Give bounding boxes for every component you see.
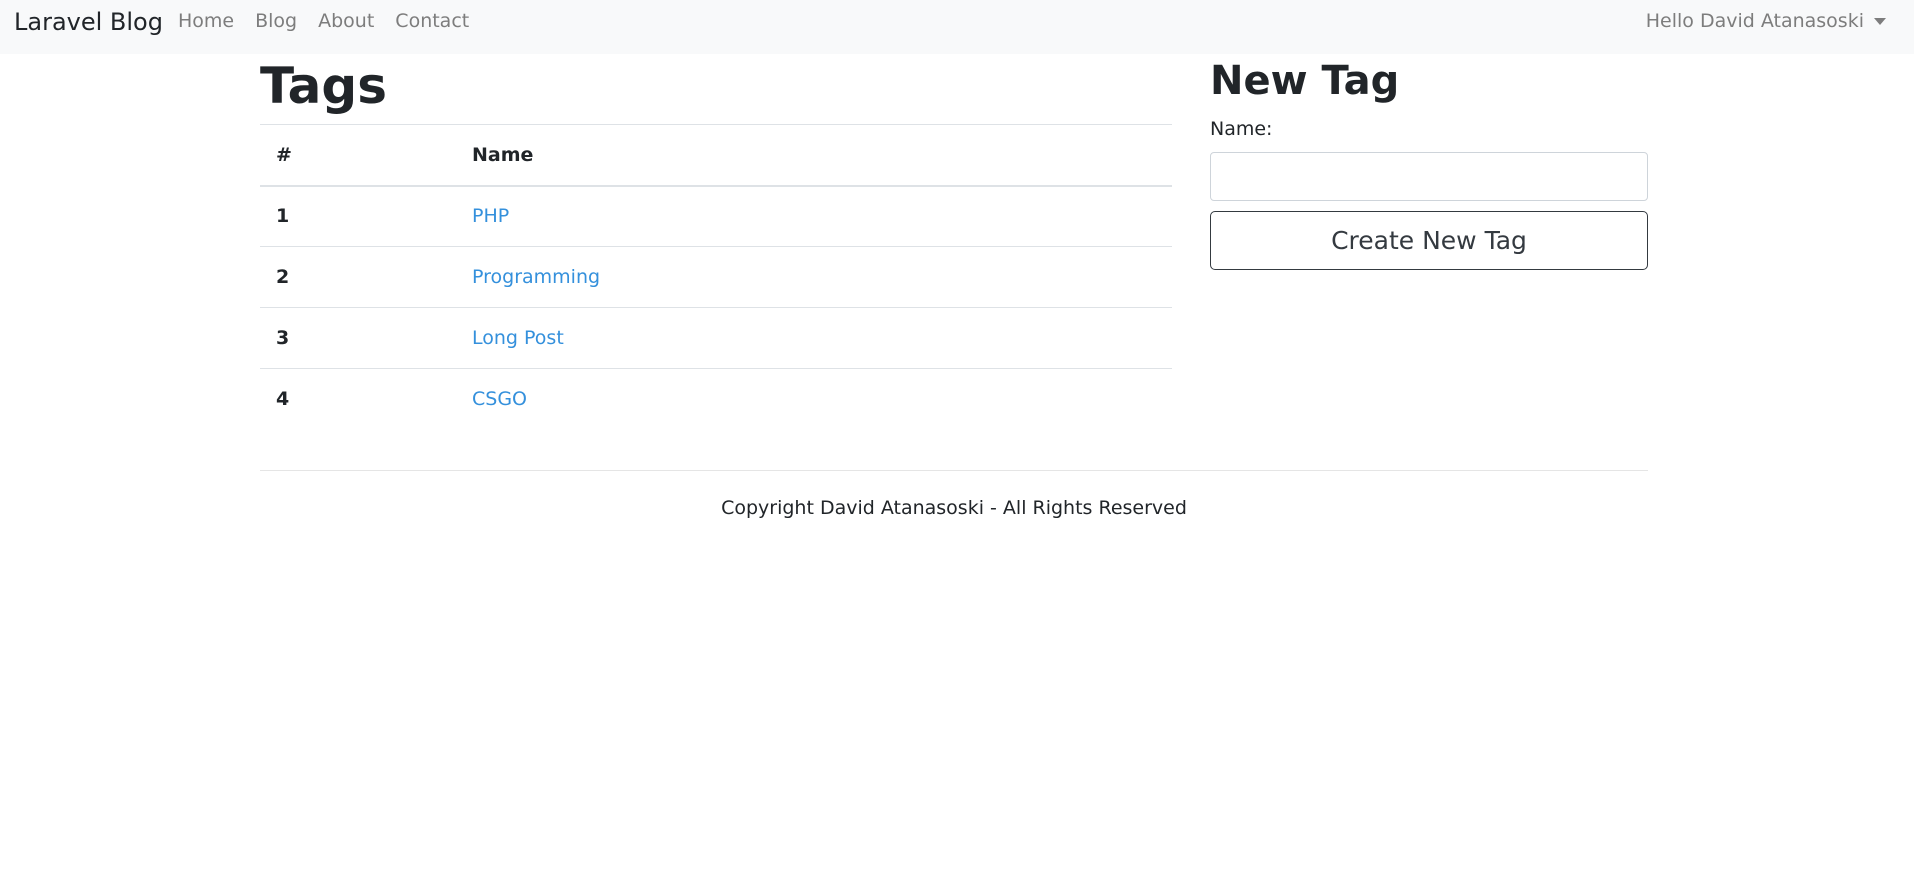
tags-table: # Name 1 PHP 2 Programming 3 Long Post 4…	[260, 124, 1172, 430]
nav-link-blog[interactable]: Blog	[255, 9, 297, 33]
tag-name-cell: PHP	[456, 186, 1172, 247]
caret-down-icon	[1874, 17, 1886, 25]
tag-id: 1	[276, 205, 290, 228]
table-row: 2 Programming	[260, 246, 1172, 308]
table-row: 1 PHP	[260, 186, 1172, 247]
tag-link[interactable]: Programming	[472, 266, 600, 288]
page-title: Tags	[260, 57, 387, 115]
user-dropdown[interactable]: Hello David Atanasoski	[1646, 9, 1886, 33]
column-header-number: #	[260, 124, 456, 187]
create-new-tag-button[interactable]: Create New Tag	[1210, 211, 1648, 270]
tag-name-input[interactable]	[1210, 152, 1648, 201]
name-label: Name:	[1210, 118, 1273, 140]
tag-id: 4	[260, 368, 456, 430]
nav-link-about[interactable]: About	[318, 9, 374, 33]
brand-link[interactable]: Laravel Blog	[14, 6, 163, 38]
nav-link-contact[interactable]: Contact	[395, 9, 469, 33]
table-row: 4 CSGO	[260, 368, 1172, 430]
nav-link-home[interactable]: Home	[178, 9, 234, 33]
nav-links: Home Blog About Contact	[178, 9, 490, 33]
tag-name-cell: Programming	[456, 246, 1172, 308]
top-navbar: Laravel Blog Home Blog About Contact Hel…	[0, 0, 1914, 54]
new-tag-title: New Tag	[1210, 58, 1400, 104]
tag-link[interactable]: Long Post	[472, 327, 564, 349]
column-header-name: Name	[456, 124, 1172, 187]
tag-link[interactable]: CSGO	[472, 388, 527, 410]
footer-divider	[260, 470, 1648, 471]
tag-name-cell: CSGO	[456, 368, 1172, 430]
table-row: 3 Long Post	[260, 307, 1172, 369]
tag-link[interactable]: PHP	[472, 205, 509, 227]
tag-name-cell: Long Post	[456, 307, 1172, 369]
table-header-row: # Name	[260, 124, 1172, 187]
tag-id: 2	[260, 246, 456, 308]
footer-copyright: Copyright David Atanasoski - All Rights …	[721, 497, 1187, 519]
tag-id: 3	[260, 307, 456, 369]
user-greeting: Hello David Atanasoski	[1645, 10, 1864, 32]
